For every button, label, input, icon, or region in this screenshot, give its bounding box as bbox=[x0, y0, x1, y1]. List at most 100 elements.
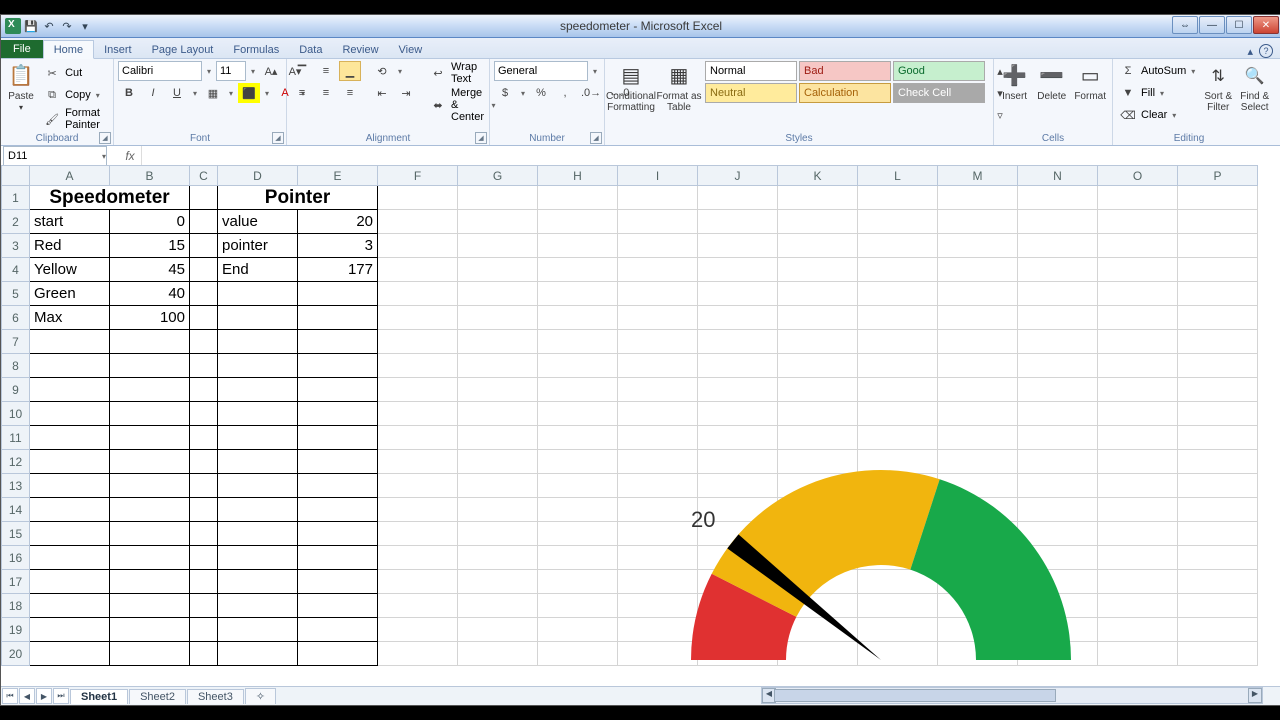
cell-G16[interactable] bbox=[458, 546, 538, 570]
cell-D13[interactable] bbox=[218, 474, 298, 498]
cell-J5[interactable] bbox=[698, 282, 778, 306]
format-as-table-button[interactable]: ▦Format as Table bbox=[657, 61, 701, 115]
fill-color-icon[interactable]: ⬛ bbox=[238, 83, 260, 103]
cell-D15[interactable] bbox=[218, 522, 298, 546]
cell-M5[interactable] bbox=[938, 282, 1018, 306]
cell-F14[interactable] bbox=[378, 498, 458, 522]
cell-A10[interactable] bbox=[30, 402, 110, 426]
cell-C13[interactable] bbox=[190, 474, 218, 498]
inc-indent-icon[interactable]: ⇥ bbox=[395, 83, 417, 103]
cell-L4[interactable] bbox=[858, 258, 938, 282]
copy-icon[interactable]: ⧉ bbox=[41, 85, 63, 105]
cell-E17[interactable] bbox=[298, 570, 378, 594]
cell-P15[interactable] bbox=[1178, 522, 1258, 546]
cell-H17[interactable] bbox=[538, 570, 618, 594]
align-center-icon[interactable]: ≡ bbox=[315, 83, 337, 103]
cell-I9[interactable] bbox=[618, 378, 698, 402]
cell-M8[interactable] bbox=[938, 354, 1018, 378]
cell-E14[interactable] bbox=[298, 498, 378, 522]
row-header-7[interactable]: 7 bbox=[2, 330, 30, 354]
row-header-10[interactable]: 10 bbox=[2, 402, 30, 426]
cell-N6[interactable] bbox=[1018, 306, 1098, 330]
cell-I8[interactable] bbox=[618, 354, 698, 378]
cell-K9[interactable] bbox=[778, 378, 858, 402]
cell-I6[interactable] bbox=[618, 306, 698, 330]
cell-G20[interactable] bbox=[458, 642, 538, 666]
cell-L6[interactable] bbox=[858, 306, 938, 330]
cell-J6[interactable] bbox=[698, 306, 778, 330]
row-header-8[interactable]: 8 bbox=[2, 354, 30, 378]
cell-C9[interactable] bbox=[190, 378, 218, 402]
row-header-6[interactable]: 6 bbox=[2, 306, 30, 330]
tab-formulas[interactable]: Formulas bbox=[223, 41, 289, 58]
cell-B14[interactable] bbox=[110, 498, 190, 522]
cell-A12[interactable] bbox=[30, 450, 110, 474]
row-header-12[interactable]: 12 bbox=[2, 450, 30, 474]
redo-icon[interactable]: ↷ bbox=[59, 18, 75, 34]
horizontal-scrollbar[interactable]: ◀ ▶ bbox=[761, 687, 1263, 704]
cell-K7[interactable] bbox=[778, 330, 858, 354]
maximize-button[interactable]: ☐ bbox=[1226, 16, 1252, 34]
cell-D3[interactable]: pointer bbox=[218, 234, 298, 258]
cell-D17[interactable] bbox=[218, 570, 298, 594]
tab-insert[interactable]: Insert bbox=[94, 41, 142, 58]
percent-icon[interactable]: % bbox=[530, 83, 552, 103]
cell-L11[interactable] bbox=[858, 426, 938, 450]
cell-M7[interactable] bbox=[938, 330, 1018, 354]
cell-F13[interactable] bbox=[378, 474, 458, 498]
format-painter-label[interactable]: Format Painter bbox=[65, 107, 109, 131]
cell-J7[interactable] bbox=[698, 330, 778, 354]
cell-N9[interactable] bbox=[1018, 378, 1098, 402]
col-header-D[interactable]: D bbox=[218, 166, 298, 186]
wrap-text-icon[interactable]: ↩ bbox=[427, 63, 449, 83]
ribbon-min-icon[interactable]: ⇔ bbox=[1172, 16, 1198, 34]
scroll-right-icon[interactable]: ▶ bbox=[1248, 688, 1262, 703]
cell-A3[interactable]: Red bbox=[30, 234, 110, 258]
sort-filter-button[interactable]: ⇅Sort & Filter bbox=[1202, 61, 1234, 115]
cell-A13[interactable] bbox=[30, 474, 110, 498]
cell-C10[interactable] bbox=[190, 402, 218, 426]
cell-K11[interactable] bbox=[778, 426, 858, 450]
cell-K5[interactable] bbox=[778, 282, 858, 306]
cell-B7[interactable] bbox=[110, 330, 190, 354]
cell-B9[interactable] bbox=[110, 378, 190, 402]
fill-label[interactable]: Fill bbox=[1141, 87, 1155, 99]
cell-C5[interactable] bbox=[190, 282, 218, 306]
cell-D20[interactable] bbox=[218, 642, 298, 666]
cell-E4[interactable]: 177 bbox=[298, 258, 378, 282]
cell-F8[interactable] bbox=[378, 354, 458, 378]
cell-P9[interactable] bbox=[1178, 378, 1258, 402]
cell-O19[interactable] bbox=[1098, 618, 1178, 642]
cell-P4[interactable] bbox=[1178, 258, 1258, 282]
col-header-H[interactable]: H bbox=[538, 166, 618, 186]
cell-K10[interactable] bbox=[778, 402, 858, 426]
row-header-4[interactable]: 4 bbox=[2, 258, 30, 282]
cell-P1[interactable] bbox=[1178, 186, 1258, 210]
cell-M2[interactable] bbox=[938, 210, 1018, 234]
cell-P13[interactable] bbox=[1178, 474, 1258, 498]
cell-O7[interactable] bbox=[1098, 330, 1178, 354]
style-good[interactable]: Good bbox=[893, 61, 985, 81]
col-header-C[interactable]: C bbox=[190, 166, 218, 186]
col-header-K[interactable]: K bbox=[778, 166, 858, 186]
new-sheet-icon[interactable]: ✧ bbox=[245, 688, 276, 704]
cell-G8[interactable] bbox=[458, 354, 538, 378]
cell-L8[interactable] bbox=[858, 354, 938, 378]
col-header-G[interactable]: G bbox=[458, 166, 538, 186]
cell-G2[interactable] bbox=[458, 210, 538, 234]
col-header-L[interactable]: L bbox=[858, 166, 938, 186]
cell-B16[interactable] bbox=[110, 546, 190, 570]
tab-review[interactable]: Review bbox=[332, 41, 388, 58]
cell-O18[interactable] bbox=[1098, 594, 1178, 618]
row-header-17[interactable]: 17 bbox=[2, 570, 30, 594]
col-header-O[interactable]: O bbox=[1098, 166, 1178, 186]
cell-P16[interactable] bbox=[1178, 546, 1258, 570]
cell-C16[interactable] bbox=[190, 546, 218, 570]
cell-N1[interactable] bbox=[1018, 186, 1098, 210]
cell-G15[interactable] bbox=[458, 522, 538, 546]
cell-A15[interactable] bbox=[30, 522, 110, 546]
style-bad[interactable]: Bad bbox=[799, 61, 891, 81]
cell-C17[interactable] bbox=[190, 570, 218, 594]
cell-G14[interactable] bbox=[458, 498, 538, 522]
cell-B20[interactable] bbox=[110, 642, 190, 666]
